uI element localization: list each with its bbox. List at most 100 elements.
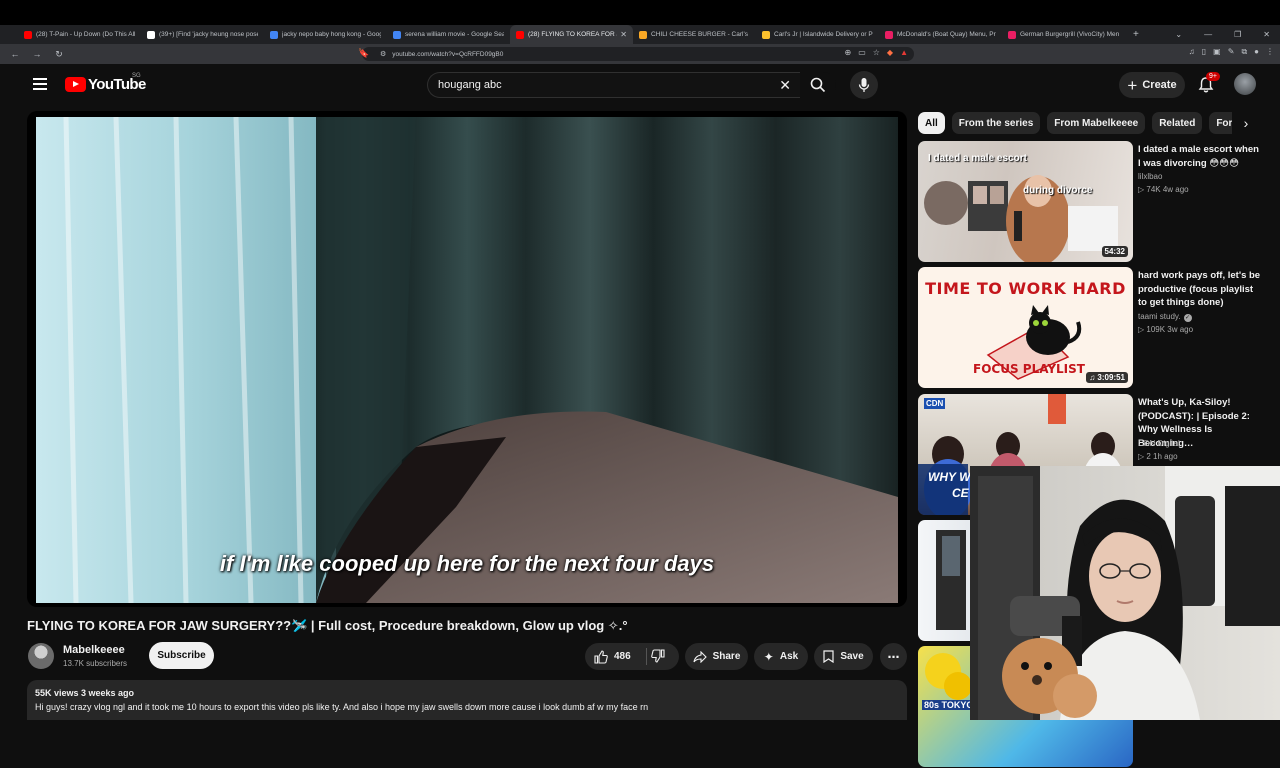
search-icon (810, 77, 826, 93)
tab-close-icon[interactable]: ✕ (620, 30, 627, 39)
tab-manager-icon[interactable]: ▣ (1213, 47, 1221, 57)
video-duration: 54:32 (1101, 246, 1128, 257)
close-window-icon[interactable]: ✕ (1263, 30, 1270, 39)
chip-from-channel[interactable]: From Mabelkeeee (1047, 112, 1146, 134)
browser-tab-bar: (28) T-Pain - Up Down (Do This All D (39… (0, 25, 1280, 44)
like-divider (646, 648, 647, 665)
thumbnail-caption: WHY W (928, 470, 971, 484)
reload-icon[interactable]: ↻ (52, 49, 66, 60)
profile-icon[interactable]: ● (1254, 47, 1259, 57)
sparkle-icon: ✦ (763, 649, 774, 664)
chip-from-the-series[interactable]: From the series (951, 112, 1041, 134)
cast-icon[interactable]: ▭ (858, 48, 866, 57)
thumbnail-caption: 80s TOKYO (922, 700, 976, 710)
recommended-title: I dated a male escort when I was divorci… (1138, 144, 1259, 169)
browser-tab[interactable]: German Burgergrill (VivoCity) Menu (1002, 25, 1125, 44)
recommended-meta: ▷ 74K 4w ago (1138, 185, 1189, 194)
save-button[interactable]: Save (814, 643, 873, 670)
webcam-overlay (970, 466, 1280, 720)
thumbs-down-icon[interactable] (651, 648, 665, 664)
recommended-video[interactable]: I dated a male escort during divorce 54:… (918, 141, 1263, 263)
music-icon[interactable]: ♫ (1189, 47, 1195, 57)
extension-badge-icon[interactable]: ◆ (887, 48, 893, 57)
create-button[interactable]: + Create (1119, 72, 1185, 98)
recommended-meta: ▷ 2 1h ago (1138, 452, 1178, 461)
restore-icon[interactable]: ❐ (1234, 30, 1241, 39)
voice-search-button[interactable] (850, 71, 878, 99)
ask-button[interactable]: ✦ Ask (754, 643, 808, 670)
browser-tab[interactable]: Carl's Jr | Islandwide Delivery or Pick (756, 25, 879, 44)
webcam-image (970, 466, 1280, 720)
like-button[interactable]: 486 (585, 643, 679, 670)
new-tab-button[interactable]: + (1133, 29, 1139, 40)
search-input[interactable]: hougang abc ✕ (427, 72, 801, 98)
hamburger-menu-icon[interactable] (33, 78, 47, 90)
minimize-icon[interactable]: — (1204, 30, 1212, 39)
channel-avatar[interactable] (28, 643, 54, 669)
youtube-logo[interactable]: YouTube SG (65, 73, 146, 93)
bookmark-save-icon (823, 650, 834, 663)
youtube-header: YouTube SG hougang abc ✕ + Create 9+ (0, 64, 1280, 106)
thumbnail-caption: I dated a male escort (928, 153, 1027, 164)
tab-favicon-icon (639, 30, 647, 39)
browser-tab[interactable]: (39+) [Find 'jacky heung nose pose' o (141, 25, 264, 44)
menu-dots-icon[interactable]: ⋮ (1266, 47, 1274, 57)
clear-search-icon[interactable]: ✕ (779, 77, 791, 94)
sidepanel-icon[interactable]: ▯ (1202, 47, 1206, 57)
recommended-meta: ▷ 109K 3w ago (1138, 325, 1194, 334)
like-count: 486 (614, 651, 631, 662)
video-thumbnail[interactable]: TIME TO WORK HARD FOCUS PLAYLIST ♫ 3:09:… (918, 267, 1133, 388)
tab-search-icon[interactable]: ⌄ (1175, 30, 1182, 39)
filter-chips: All From the series From Mabelkeeee Rela… (918, 112, 1263, 134)
chevron-right-icon[interactable]: › (1232, 112, 1260, 134)
site-info-icon[interactable]: ⚙ (380, 50, 386, 58)
share-button[interactable]: Share (685, 643, 748, 670)
tab-favicon-icon (24, 30, 32, 39)
verified-icon: ✓ (1183, 314, 1192, 322)
zoom-icon[interactable]: ⊕ (844, 48, 851, 57)
video-thumbnail[interactable]: I dated a male escort during divorce 54:… (918, 141, 1133, 262)
browser-tab[interactable]: (28) T-Pain - Up Down (Do This All D (18, 25, 141, 44)
url-bar[interactable]: 🔖 ⚙ youtube.com/watch?v=QcRFFD09gB0 ⊕ ▭ … (358, 47, 914, 61)
star-icon[interactable]: ☆ (873, 48, 880, 57)
browser-tab[interactable]: McDonald's (Boat Quay) Menu, Price (879, 25, 1002, 44)
browser-tab[interactable]: serena william movie - Google Search (387, 25, 510, 44)
thumbs-up-icon (594, 649, 608, 664)
tab-favicon-icon (147, 30, 155, 39)
video-caption: if I'm like cooped up here for the next … (219, 551, 715, 576)
thumbnail-caption-2: CE (952, 486, 969, 500)
browser-tab[interactable]: jacky nepo baby hong kong - Google (264, 25, 387, 44)
back-icon[interactable]: ← (8, 49, 22, 59)
extension-icon[interactable]: ✎ (1228, 47, 1235, 57)
tab-favicon-icon (270, 30, 278, 39)
description-box[interactable]: 55K views 3 weeks ago Hi guys! crazy vlo… (27, 680, 907, 720)
notification-count-badge: 9+ (1206, 72, 1220, 81)
tab-favicon-icon (885, 30, 893, 39)
forward-icon[interactable]: → (30, 49, 44, 59)
plus-icon: + (1127, 75, 1138, 95)
browser-tab[interactable]: CHILI CHEESE BURGER - Carl's Jr. Si (633, 25, 756, 44)
tab-favicon-icon (1008, 30, 1016, 39)
shield-icon[interactable]: ▲ (900, 48, 908, 57)
chip-all[interactable]: All (918, 112, 945, 134)
thumbnail-caption-2: FOCUS PLAYLIST (973, 362, 1085, 376)
account-avatar[interactable] (1234, 73, 1256, 95)
channel-name[interactable]: Mabelkeeee (63, 644, 125, 656)
extensions-toolbar: ♫ ▯ ▣ ✎ ⧉ ● ⋮ (1189, 47, 1274, 57)
puzzle-icon[interactable]: ⧉ (1241, 47, 1247, 57)
chip-related[interactable]: Related (1152, 112, 1203, 134)
subscribe-button[interactable]: Subscribe (149, 642, 214, 669)
recommended-video[interactable]: TIME TO WORK HARD FOCUS PLAYLIST ♫ 3:09:… (918, 267, 1263, 389)
video-player[interactable]: if I'm like cooped up here for the next … (27, 111, 907, 607)
recommended-channel: CDN Digital (1138, 439, 1180, 448)
bookmark-icon[interactable]: 🔖 (358, 48, 369, 59)
browser-tab-active[interactable]: (28) FLYING TO KOREA FOR JA ✕ (510, 25, 633, 44)
search-button[interactable] (800, 72, 836, 98)
thumbnail-caption-2: during divorce (1023, 185, 1093, 196)
more-actions-icon[interactable]: ⋯ (880, 643, 907, 670)
share-icon (693, 650, 707, 663)
window-controls: ⌄ — ❐ ✕ (1175, 25, 1270, 44)
video-frame (36, 117, 898, 603)
tab-favicon-icon (762, 30, 770, 39)
tab-favicon-icon (516, 30, 524, 39)
